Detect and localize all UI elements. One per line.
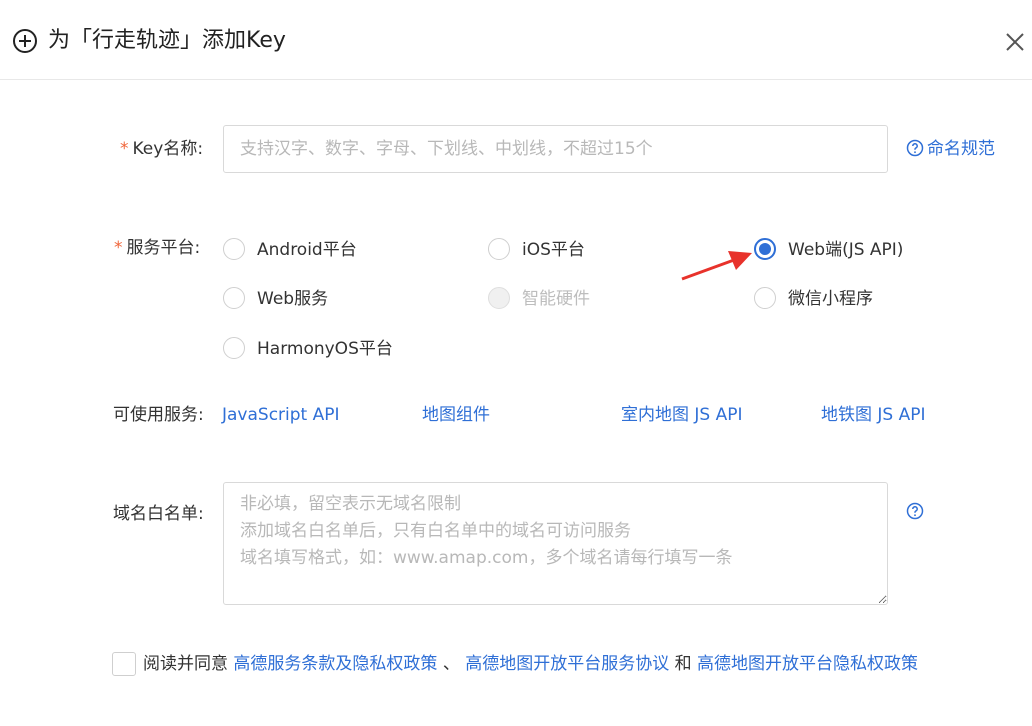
radio-label: 智能硬件 [522,289,590,309]
agreement-and: 和 [674,654,692,674]
key-name-label: * Key名称: [120,137,203,161]
add-circle-icon [13,29,37,53]
agreement-separator: 、 [442,654,460,674]
dialog-header: 为「行走轨迹」添加Key [0,0,1032,80]
terms-privacy-link[interactable]: 高德服务条款及隐私权政策 [233,654,437,674]
naming-rules-text: 命名规范 [927,139,995,159]
key-name-label-text: Key名称: [132,139,204,159]
radio-smart-hardware: 智能硬件 [488,287,590,311]
radio-circle [223,287,245,309]
agreement-prefix: 阅读并同意 [143,654,228,674]
radio-label: Web服务 [257,289,329,309]
radio-android[interactable]: Android平台 [223,238,357,262]
service-link-subway-map[interactable]: 地铁图 JS API [821,403,926,427]
required-mark: * [114,238,123,258]
radio-circle [754,238,776,260]
agreement-checkbox[interactable] [112,652,136,676]
services-label: 可使用服务: [113,405,204,425]
platform-label-text: 服务平台: [126,238,201,258]
radio-circle [488,287,510,309]
radio-label: iOS平台 [522,240,585,260]
required-mark: * [120,139,129,159]
radio-ios[interactable]: iOS平台 [488,238,585,262]
service-link-javascript-api[interactable]: JavaScript API [222,403,340,427]
radio-web-service[interactable]: Web服务 [223,287,328,311]
radio-wechat-miniprogram[interactable]: 微信小程序 [754,287,873,311]
service-link-indoor-map[interactable]: 室内地图 JS API [621,403,743,427]
radio-circle [223,337,245,359]
radio-label: 微信小程序 [788,289,873,309]
radio-web-js-api[interactable]: Web端(JS API) [754,238,903,262]
red-arrow-pointer [681,251,752,281]
radio-label: Android平台 [257,240,357,260]
radio-label: HarmonyOS平台 [257,339,393,359]
question-circle-icon [906,139,924,157]
radio-circle [223,238,245,260]
question-circle-icon[interactable] [906,502,924,520]
agreement-text: 阅读并同意 高德服务条款及隐私权政策 、 高德地图开放平台服务协议 和 高德地图… [143,652,918,676]
radio-harmonyos[interactable]: HarmonyOS平台 [223,337,393,361]
key-name-input[interactable] [223,125,888,173]
service-agreement-link[interactable]: 高德地图开放平台服务协议 [465,654,669,674]
platform-label: * 服务平台: [114,236,200,260]
service-link-map-components[interactable]: 地图组件 [422,403,490,427]
close-icon[interactable] [1003,30,1027,54]
whitelist-textarea[interactable] [223,482,888,605]
naming-rules-link[interactable]: 命名规范 [906,137,995,161]
radio-circle [754,287,776,309]
privacy-policy-link[interactable]: 高德地图开放平台隐私权政策 [697,654,918,674]
radio-label: Web端(JS API) [788,240,904,260]
dialog-title: 为「行走轨迹」添加Key [48,28,286,53]
whitelist-label: 域名白名单: [113,504,204,524]
radio-circle [488,238,510,260]
